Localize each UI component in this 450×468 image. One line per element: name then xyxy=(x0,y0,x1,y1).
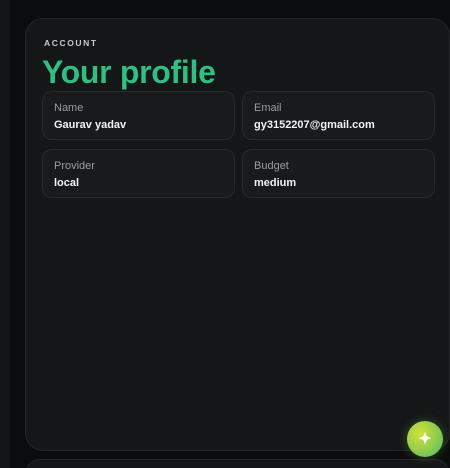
email-field-card: Email gy3152207@gmail.com xyxy=(242,91,435,140)
section-eyebrow: ACCOUNT xyxy=(44,38,98,48)
profile-screen: ACCOUNT Your profile Name Gaurav yadav E… xyxy=(0,0,450,468)
budget-field-card: Budget medium xyxy=(242,149,435,198)
email-value: gy3152207@gmail.com xyxy=(254,119,375,131)
budget-value: medium xyxy=(254,177,297,189)
name-label: Name xyxy=(54,102,84,114)
budget-label: Budget xyxy=(254,160,289,172)
page-title: Your profile xyxy=(42,54,216,90)
profile-panel: ACCOUNT Your profile Name Gaurav yadav E… xyxy=(25,18,450,451)
name-field-card: Name Gaurav yadav xyxy=(42,91,235,140)
sparkle-icon: ✦ xyxy=(418,431,432,448)
next-panel xyxy=(25,459,450,468)
email-label: Email xyxy=(254,102,282,114)
provider-value: local xyxy=(54,177,80,189)
name-value: Gaurav yadav xyxy=(54,119,127,131)
provider-label: Provider xyxy=(54,160,95,172)
sidebar-edge xyxy=(0,0,10,468)
provider-field-card: Provider local xyxy=(42,149,235,198)
assistant-fab-button[interactable]: ✦ xyxy=(407,421,443,457)
